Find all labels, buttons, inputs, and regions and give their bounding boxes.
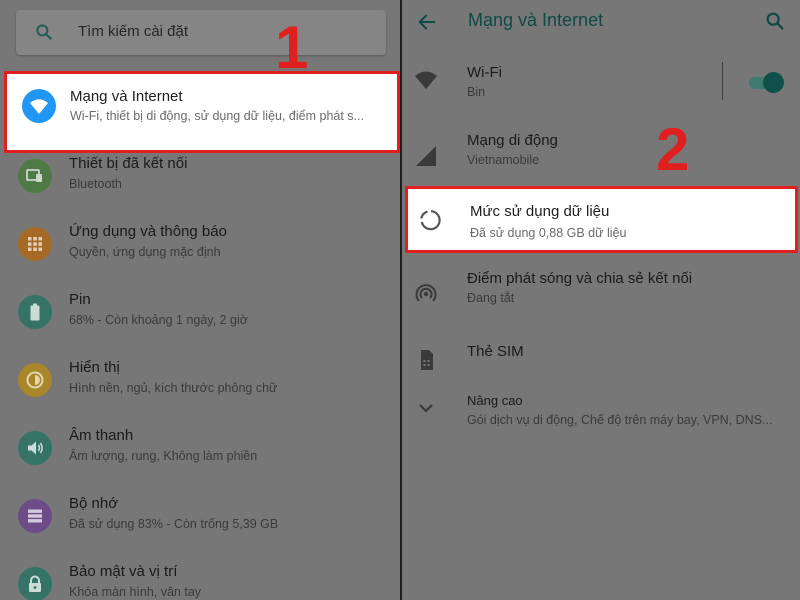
- settings-item-title: Bảo mật và vị trí: [69, 563, 178, 580]
- advanced-title: Nâng cao: [467, 393, 523, 408]
- search-icon: [36, 24, 52, 40]
- cellular-signal-icon: [416, 146, 436, 166]
- hotspot-icon: [415, 284, 437, 302]
- settings-item-subtitle: Hình nền, ngủ, kích thước phông chữ: [69, 381, 278, 395]
- sim-card-icon: [421, 350, 433, 370]
- settings-item-title: Hiển thị: [69, 359, 120, 376]
- wifi-title: Wi-Fi: [467, 64, 502, 81]
- advanced-subtitle: Gói dịch vụ di động, Chế độ trên máy bay…: [467, 413, 773, 427]
- network-internet-subtitle: Wi-Fi, thiết bị di động, sử dụng dữ liệu…: [70, 109, 364, 123]
- wifi-signal-icon: [415, 71, 437, 89]
- lock-icon: [18, 567, 52, 600]
- wifi-icon: [22, 89, 56, 123]
- hotspot-title: Điểm phát sóng và chia sẻ kết nối: [467, 270, 693, 287]
- settings-item-title: Âm thanh: [69, 427, 134, 444]
- chevron-down-icon: [419, 404, 433, 413]
- connected-devices-icon: [18, 159, 52, 193]
- page-title: Mạng và Internet: [468, 10, 604, 30]
- battery-icon: [18, 295, 52, 329]
- search-placeholder: Tìm kiếm cài đặt: [78, 23, 189, 40]
- apps-icon: [18, 227, 52, 261]
- wifi-subtitle: Bin: [467, 85, 486, 99]
- settings-item-title: Pin: [69, 291, 91, 308]
- step-number-2: 2: [656, 116, 690, 183]
- settings-item-apps[interactable]: Ứng dụng và thông báo Quyền, ứng dụng mặ…: [0, 211, 400, 279]
- display-icon: [18, 363, 52, 397]
- search-icon[interactable]: [764, 10, 786, 32]
- step-number-1: 1: [275, 14, 309, 81]
- settings-search-bar[interactable]: Tìm kiếm cài đặt: [16, 10, 386, 55]
- wifi-toggle-thumb: [763, 72, 784, 93]
- settings-item-battery[interactable]: Pin 68% - Còn khoảng 1 ngày, 2 giờ: [0, 279, 400, 347]
- settings-item-security[interactable]: Bảo mật và vị trí Khóa màn hình, vân tay: [0, 551, 400, 600]
- storage-icon: [18, 499, 52, 533]
- mobile-network-subtitle: Vietnamobile: [467, 153, 540, 167]
- settings-item-sound[interactable]: Âm thanh Âm lượng, rung, Không làm phiền: [0, 415, 400, 483]
- hotspot-subtitle: Đang tắt: [467, 291, 515, 305]
- wifi-separator: [722, 62, 723, 100]
- sim-card-title: Thẻ SIM: [467, 343, 524, 360]
- mobile-network-item[interactable]: Mạng di động Vietnamobile: [402, 122, 800, 190]
- settings-item-title: Thiết bị đã kết nối: [69, 155, 188, 172]
- settings-item-subtitle: 68% - Còn khoảng 1 ngày, 2 giờ: [69, 313, 248, 327]
- data-usage-item[interactable]: Mức sử dụng dữ liệu Đã sử dụng 0,88 GB d…: [405, 186, 798, 253]
- advanced-item[interactable]: Nâng cao Gói dịch vụ di động, Chế độ trê…: [402, 382, 800, 450]
- data-usage-subtitle: Đã sử dụng 0,88 GB dữ liệu: [470, 226, 627, 240]
- mobile-network-title: Mạng di động: [467, 132, 558, 149]
- settings-item-subtitle: Âm lượng, rung, Không làm phiền: [69, 449, 258, 463]
- toolbar: Mạng và Internet: [402, 0, 800, 44]
- settings-item-subtitle: Khóa màn hình, vân tay: [69, 585, 202, 599]
- wifi-toggle[interactable]: [749, 72, 784, 93]
- data-usage-icon: [420, 210, 441, 231]
- settings-item-subtitle: Đã sử dụng 83% - Còn trống 5,39 GB: [69, 517, 279, 531]
- settings-item-title: Bộ nhớ: [69, 495, 119, 512]
- settings-item-subtitle: Quyền, ứng dụng mặc định: [69, 245, 221, 259]
- network-internet-panel: Mạng và Internet Wi-Fi Bin Mạng di động …: [402, 0, 800, 600]
- settings-item-display[interactable]: Hiển thị Hình nền, ngủ, kích thước phông…: [0, 347, 400, 415]
- settings-item-title: Ứng dụng và thông báo: [69, 223, 227, 240]
- settings-main-panel: Tìm kiếm cài đặt Thiết bị đã kết nối Blu…: [0, 0, 400, 600]
- settings-item-subtitle: Bluetooth: [69, 177, 122, 191]
- sound-icon: [18, 431, 52, 465]
- back-arrow-icon[interactable]: [416, 11, 438, 33]
- hotspot-item[interactable]: Điểm phát sóng và chia sẻ kết nối Đang t…: [402, 260, 800, 328]
- wifi-item[interactable]: Wi-Fi Bin: [402, 54, 800, 122]
- settings-item-network-internet[interactable]: Mạng và Internet Wi-Fi, thiết bị di động…: [4, 71, 400, 153]
- settings-item-connected-devices[interactable]: Thiết bị đã kết nối Bluetooth: [0, 143, 400, 211]
- network-internet-title: Mạng và Internet: [70, 88, 183, 105]
- settings-item-storage[interactable]: Bộ nhớ Đã sử dụng 83% - Còn trống 5,39 G…: [0, 483, 400, 551]
- data-usage-title: Mức sử dụng dữ liệu: [470, 203, 610, 220]
